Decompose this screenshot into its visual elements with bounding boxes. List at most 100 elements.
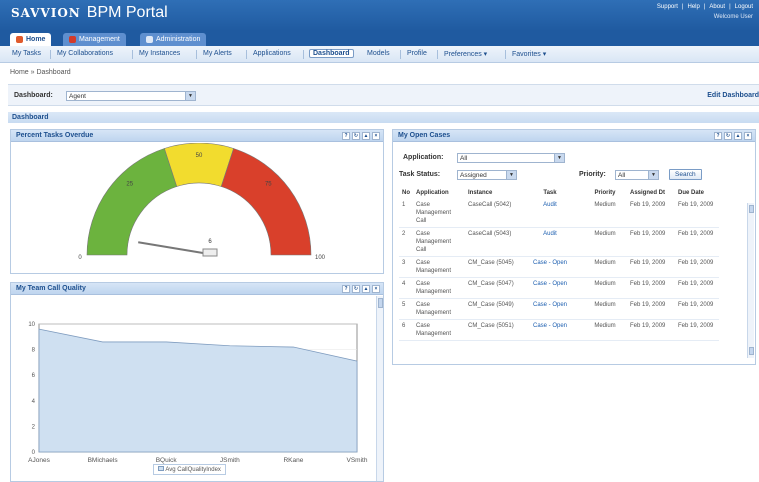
nav-my-collaborations[interactable]: My Collaborations [57, 50, 113, 57]
cell-priority: Medium [583, 298, 627, 320]
task-status-label: Task Status: [399, 171, 441, 178]
close-icon[interactable]: × [372, 285, 380, 293]
cell-assigned-date: Feb 19, 2009 [627, 199, 675, 228]
col-assigned-date[interactable]: Assigned Dt [627, 187, 675, 199]
dashboard-filter-bar: Dashboard: Agent ▼ Edit Dashboard [8, 84, 759, 106]
scroll-down-arrow[interactable] [749, 347, 754, 355]
panel-title: My Team Call Quality [16, 285, 86, 292]
refresh-icon[interactable]: ↻ [724, 132, 732, 140]
table-row[interactable]: 2 Case Management Call CaseCall (5043) Audi… [399, 227, 719, 257]
cell-no: 5 [399, 298, 413, 320]
cell-application: Case Management Call [413, 227, 465, 257]
support-link[interactable]: Support [657, 4, 678, 10]
legend-swatch [158, 466, 164, 471]
dashboard-select[interactable]: Agent ▼ [66, 91, 196, 101]
priority-select[interactable]: All ▼ [615, 170, 659, 180]
gauge-tick-label: 50 [196, 153, 203, 159]
nav-favorites[interactable]: Favorites ▾ [512, 50, 546, 58]
vertical-scrollbar[interactable] [376, 296, 383, 481]
section-title: Dashboard [8, 112, 759, 123]
y-tick-label: 0 [32, 450, 36, 456]
col-task[interactable]: Task [517, 187, 583, 199]
col-application[interactable]: Application [413, 187, 465, 199]
cases-scrollbar[interactable] [747, 203, 754, 358]
help-icon[interactable]: ? [342, 132, 350, 140]
cell-task-link[interactable]: Case - Open [517, 277, 583, 299]
x-tick-label: JSmith [220, 457, 240, 464]
scroll-up-arrow[interactable] [749, 205, 754, 213]
nav-applications[interactable]: Applications [253, 50, 291, 57]
breadcrumb: Home » Dashboard [10, 69, 71, 76]
nav-models[interactable]: Models [367, 50, 390, 57]
col-priority[interactable]: Priority [583, 187, 627, 199]
cell-due-date: Feb 19, 2009 [675, 298, 719, 320]
gauge-value-box [202, 248, 218, 257]
tab-administration[interactable]: Administration [140, 33, 207, 46]
cell-task-link[interactable]: Audit [517, 199, 583, 228]
minimize-icon[interactable]: ▲ [362, 285, 370, 293]
cell-no: 6 [399, 319, 413, 341]
cell-instance: CM_Case (5047) [465, 277, 517, 299]
help-icon[interactable]: ? [342, 285, 350, 293]
table-row[interactable]: 4 Case Management CM_Case (5047) Case - Ope… [399, 277, 719, 299]
close-icon[interactable]: × [372, 132, 380, 140]
logout-link[interactable]: Logout [735, 4, 753, 10]
cell-due-date: Feb 19, 2009 [675, 256, 719, 278]
minimize-icon[interactable]: ▲ [362, 132, 370, 140]
nav-my-instances[interactable]: My Instances [139, 50, 180, 57]
gauge-tick-label: 0 [78, 255, 82, 261]
cell-task-link[interactable]: Case - Open [517, 319, 583, 341]
x-tick-label: BQuick [156, 457, 178, 464]
edit-dashboard-link[interactable]: Edit Dashboard [707, 92, 759, 99]
tab-management[interactable]: Management [63, 33, 126, 46]
cell-application: Case Management [413, 277, 465, 299]
help-link[interactable]: Help [687, 4, 699, 10]
col-due-date[interactable]: Due Date [675, 187, 719, 199]
cell-due-date: Feb 19, 2009 [675, 319, 719, 341]
top-links: Support | Help | About | Logout [656, 4, 753, 10]
y-tick-label: 8 [32, 348, 36, 354]
close-icon[interactable]: × [744, 132, 752, 140]
priority-label: Priority: [579, 171, 606, 178]
cell-task-link[interactable]: Case - Open [517, 256, 583, 278]
cases-table: No Application Instance Task Priority As… [399, 187, 719, 341]
scroll-up-arrow[interactable] [378, 298, 383, 308]
welcome-text: Welcome User [713, 14, 753, 20]
search-button[interactable]: Search [669, 169, 702, 180]
col-no[interactable]: No [399, 187, 413, 199]
nav-dashboard[interactable]: Dashboard [309, 49, 354, 58]
cell-task-link[interactable]: Case - Open [517, 298, 583, 320]
cell-instance: CaseCall (5043) [465, 227, 517, 257]
tab-home[interactable]: Home [10, 33, 52, 46]
col-instance[interactable]: Instance [465, 187, 517, 199]
chevron-down-icon: ▼ [648, 171, 658, 179]
minimize-icon[interactable]: ▲ [734, 132, 742, 140]
home-icon [16, 36, 23, 43]
cell-assigned-date: Feb 19, 2009 [627, 256, 675, 278]
y-tick-label: 2 [32, 424, 36, 430]
cell-priority: Medium [583, 319, 627, 341]
x-tick-label: VSmith [347, 457, 368, 464]
table-row[interactable]: 3 Case Management CM_Case (5045) Case - Ope… [399, 256, 719, 278]
table-row[interactable]: 6 Case Management CM_Case (5051) Case - Ope… [399, 319, 719, 341]
table-row[interactable]: 5 Case Management CM_Case (5049) Case - Ope… [399, 298, 719, 320]
help-icon[interactable]: ? [714, 132, 722, 140]
product-title: BPM Portal [86, 4, 168, 21]
about-link[interactable]: About [709, 4, 725, 10]
app-header: SAVVION BPM Portal Support | Help | About |… [0, 0, 759, 31]
table-row[interactable]: 1 Case Management Call CaseCall (5042) Audi… [399, 199, 719, 228]
task-status-select[interactable]: Assigned ▼ [457, 170, 517, 180]
cell-task-link[interactable]: Audit [517, 227, 583, 257]
application-label: Application: [403, 154, 444, 161]
nav-preferences[interactable]: Preferences ▾ [444, 50, 487, 58]
refresh-icon[interactable]: ↻ [352, 132, 360, 140]
cell-priority: Medium [583, 227, 627, 257]
nav-my-alerts[interactable]: My Alerts [203, 50, 232, 57]
cell-application: Case Management [413, 319, 465, 341]
refresh-icon[interactable]: ↻ [352, 285, 360, 293]
application-select[interactable]: All ▼ [457, 153, 565, 163]
gauge-tick-label: 25 [126, 182, 133, 188]
nav-profile[interactable]: Profile [407, 50, 427, 57]
chevron-down-icon: ▼ [185, 92, 195, 100]
nav-my-tasks[interactable]: My Tasks [12, 50, 41, 57]
